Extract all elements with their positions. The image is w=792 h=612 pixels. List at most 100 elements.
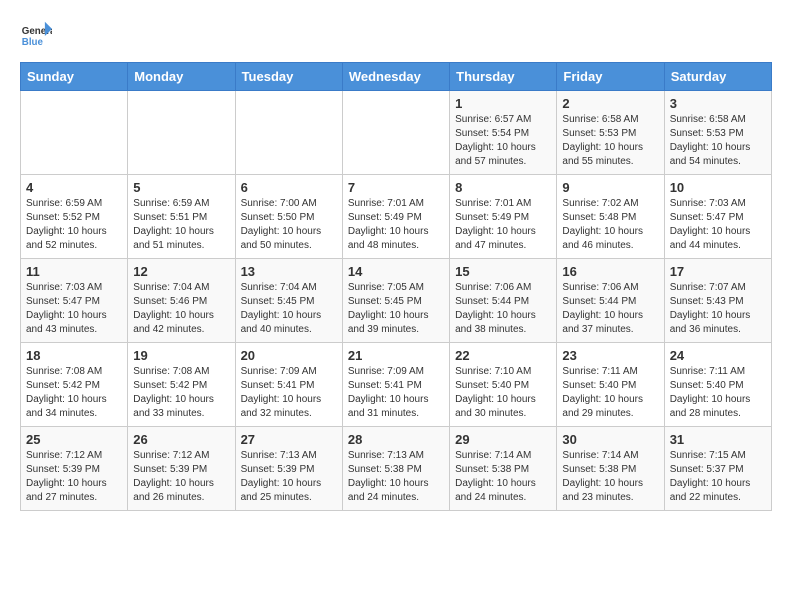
calendar-cell: 15Sunrise: 7:06 AMSunset: 5:44 PMDayligh… — [450, 259, 557, 343]
day-number: 6 — [241, 180, 337, 195]
day-info: Sunrise: 6:59 AMSunset: 5:51 PMDaylight:… — [133, 197, 229, 253]
day-number: 2 — [562, 96, 658, 111]
day-number: 11 — [26, 264, 122, 279]
calendar-cell: 11 Sunrise: 7:03 AMSunset: 5:47 PMDayligh… — [21, 259, 128, 343]
calendar-week-row: 4 Sunrise: 6:59 AMSunset: 5:52 PMDaylight… — [21, 175, 772, 259]
day-info: Sunrise: 6:59 AMSunset: 5:52 PMDaylight:… — [26, 197, 122, 253]
day-info: Sunrise: 7:14 AMSunset: 5:38 PMDaylight:… — [455, 449, 551, 505]
calendar-cell: 17 Sunrise: 7:07 AMSunset: 5:43 PMDayligh… — [664, 259, 771, 343]
calendar-cell: 26 Sunrise: 7:12 AMSunset: 5:39 PMDayligh… — [128, 427, 235, 511]
day-info: Sunrise: 6:57 AMSunset: 5:54 PMDaylight:… — [455, 113, 551, 169]
day-number: 30 — [562, 432, 658, 447]
calendar-cell: 29 Sunrise: 7:14 AMSunset: 5:38 PMDayligh… — [450, 427, 557, 511]
day-number: 26 — [133, 432, 229, 447]
day-of-week-header: Thursday — [450, 63, 557, 91]
day-info: Sunrise: 7:06 AMSunset: 5:44 PMDaylight:… — [455, 281, 551, 337]
calendar-cell: 18 Sunrise: 7:08 AMSunset: 5:42 PMDayligh… — [21, 343, 128, 427]
day-info: Sunrise: 7:07 AMSunset: 5:43 PMDaylight:… — [670, 281, 766, 337]
calendar-cell: 10 Sunrise: 7:03 AMSunset: 5:47 PMDayligh… — [664, 175, 771, 259]
calendar-cell: 5 Sunrise: 6:59 AMSunset: 5:51 PMDaylight… — [128, 175, 235, 259]
calendar-week-row: 25Sunrise: 7:12 AMSunset: 5:39 PMDayligh… — [21, 427, 772, 511]
calendar-cell: 31 Sunrise: 7:15 AMSunset: 5:37 PMDayligh… — [664, 427, 771, 511]
calendar-header-row: SundayMondayTuesdayWednesdayThursdayFrid… — [21, 63, 772, 91]
calendar-cell: 9 Sunrise: 7:02 AMSunset: 5:48 PMDaylight… — [557, 175, 664, 259]
day-number: 18 — [26, 348, 122, 363]
calendar-cell: 16Sunrise: 7:06 AMSunset: 5:44 PMDayligh… — [557, 259, 664, 343]
logo-icon: General Blue — [20, 20, 52, 52]
calendar-cell: 24Sunrise: 7:11 AMSunset: 5:40 PMDayligh… — [664, 343, 771, 427]
calendar-week-row: 11 Sunrise: 7:03 AMSunset: 5:47 PMDayligh… — [21, 259, 772, 343]
day-of-week-header: Friday — [557, 63, 664, 91]
day-of-week-header: Saturday — [664, 63, 771, 91]
day-info: Sunrise: 7:04 AMSunset: 5:45 PMDaylight:… — [241, 281, 337, 337]
day-number: 14 — [348, 264, 444, 279]
calendar-cell: 8Sunrise: 7:01 AMSunset: 5:49 PMDaylight… — [450, 175, 557, 259]
day-info: Sunrise: 6:58 AMSunset: 5:53 PMDaylight:… — [562, 113, 658, 169]
day-of-week-header: Wednesday — [342, 63, 449, 91]
calendar-cell: 2 Sunrise: 6:58 AMSunset: 5:53 PMDaylight… — [557, 91, 664, 175]
day-info: Sunrise: 7:02 AMSunset: 5:48 PMDaylight:… — [562, 197, 658, 253]
calendar-body: 1 Sunrise: 6:57 AMSunset: 5:54 PMDaylight… — [21, 91, 772, 511]
day-info: Sunrise: 7:10 AMSunset: 5:40 PMDaylight:… — [455, 365, 551, 421]
calendar-cell: 3 Sunrise: 6:58 AMSunset: 5:53 PMDaylight… — [664, 91, 771, 175]
calendar-cell: 28 Sunrise: 7:13 AMSunset: 5:38 PMDayligh… — [342, 427, 449, 511]
calendar-cell: 1 Sunrise: 6:57 AMSunset: 5:54 PMDaylight… — [450, 91, 557, 175]
day-info: Sunrise: 7:11 AMSunset: 5:40 PMDaylight:… — [670, 365, 766, 421]
logo: General Blue — [20, 20, 52, 52]
day-info: Sunrise: 7:14 AMSunset: 5:38 PMDaylight:… — [562, 449, 658, 505]
day-info: Sunrise: 6:58 AMSunset: 5:53 PMDaylight:… — [670, 113, 766, 169]
day-info: Sunrise: 7:09 AMSunset: 5:41 PMDaylight:… — [241, 365, 337, 421]
calendar-cell: 14 Sunrise: 7:05 AMSunset: 5:45 PMDayligh… — [342, 259, 449, 343]
day-number: 5 — [133, 180, 229, 195]
day-number: 17 — [670, 264, 766, 279]
day-number: 22 — [455, 348, 551, 363]
day-info: Sunrise: 7:06 AMSunset: 5:44 PMDaylight:… — [562, 281, 658, 337]
day-info: Sunrise: 7:15 AMSunset: 5:37 PMDaylight:… — [670, 449, 766, 505]
day-info: Sunrise: 7:00 AMSunset: 5:50 PMDaylight:… — [241, 197, 337, 253]
calendar-cell: 21Sunrise: 7:09 AMSunset: 5:41 PMDayligh… — [342, 343, 449, 427]
day-info: Sunrise: 7:08 AMSunset: 5:42 PMDaylight:… — [133, 365, 229, 421]
day-info: Sunrise: 7:12 AMSunset: 5:39 PMDaylight:… — [133, 449, 229, 505]
day-number: 27 — [241, 432, 337, 447]
calendar-cell: 13 Sunrise: 7:04 AMSunset: 5:45 PMDayligh… — [235, 259, 342, 343]
calendar-cell: 23Sunrise: 7:11 AMSunset: 5:40 PMDayligh… — [557, 343, 664, 427]
calendar-cell — [128, 91, 235, 175]
day-number: 28 — [348, 432, 444, 447]
day-number: 1 — [455, 96, 551, 111]
day-info: Sunrise: 7:03 AMSunset: 5:47 PMDaylight:… — [26, 281, 122, 337]
calendar-table: SundayMondayTuesdayWednesdayThursdayFrid… — [20, 62, 772, 511]
day-info: Sunrise: 7:04 AMSunset: 5:46 PMDaylight:… — [133, 281, 229, 337]
day-info: Sunrise: 7:05 AMSunset: 5:45 PMDaylight:… — [348, 281, 444, 337]
calendar-cell: 4 Sunrise: 6:59 AMSunset: 5:52 PMDaylight… — [21, 175, 128, 259]
day-info: Sunrise: 7:13 AMSunset: 5:39 PMDaylight:… — [241, 449, 337, 505]
day-info: Sunrise: 7:09 AMSunset: 5:41 PMDaylight:… — [348, 365, 444, 421]
day-number: 4 — [26, 180, 122, 195]
calendar-cell: 22 Sunrise: 7:10 AMSunset: 5:40 PMDayligh… — [450, 343, 557, 427]
calendar-cell: 25Sunrise: 7:12 AMSunset: 5:39 PMDayligh… — [21, 427, 128, 511]
calendar-cell: 6 Sunrise: 7:00 AMSunset: 5:50 PMDaylight… — [235, 175, 342, 259]
calendar-cell: 7Sunrise: 7:01 AMSunset: 5:49 PMDaylight… — [342, 175, 449, 259]
day-of-week-header: Tuesday — [235, 63, 342, 91]
calendar-cell — [342, 91, 449, 175]
day-number: 23 — [562, 348, 658, 363]
day-number: 19 — [133, 348, 229, 363]
day-info: Sunrise: 7:08 AMSunset: 5:42 PMDaylight:… — [26, 365, 122, 421]
day-number: 10 — [670, 180, 766, 195]
day-info: Sunrise: 7:13 AMSunset: 5:38 PMDaylight:… — [348, 449, 444, 505]
svg-text:Blue: Blue — [22, 37, 44, 48]
calendar-week-row: 1 Sunrise: 6:57 AMSunset: 5:54 PMDaylight… — [21, 91, 772, 175]
day-number: 8 — [455, 180, 551, 195]
day-info: Sunrise: 7:01 AMSunset: 5:49 PMDaylight:… — [348, 197, 444, 253]
day-number: 29 — [455, 432, 551, 447]
calendar-cell — [235, 91, 342, 175]
day-number: 31 — [670, 432, 766, 447]
day-of-week-header: Monday — [128, 63, 235, 91]
day-number: 3 — [670, 96, 766, 111]
day-info: Sunrise: 7:12 AMSunset: 5:39 PMDaylight:… — [26, 449, 122, 505]
day-number: 13 — [241, 264, 337, 279]
day-number: 20 — [241, 348, 337, 363]
day-of-week-header: Sunday — [21, 63, 128, 91]
day-number: 9 — [562, 180, 658, 195]
calendar-cell: 20 Sunrise: 7:09 AMSunset: 5:41 PMDayligh… — [235, 343, 342, 427]
day-info: Sunrise: 7:03 AMSunset: 5:47 PMDaylight:… — [670, 197, 766, 253]
